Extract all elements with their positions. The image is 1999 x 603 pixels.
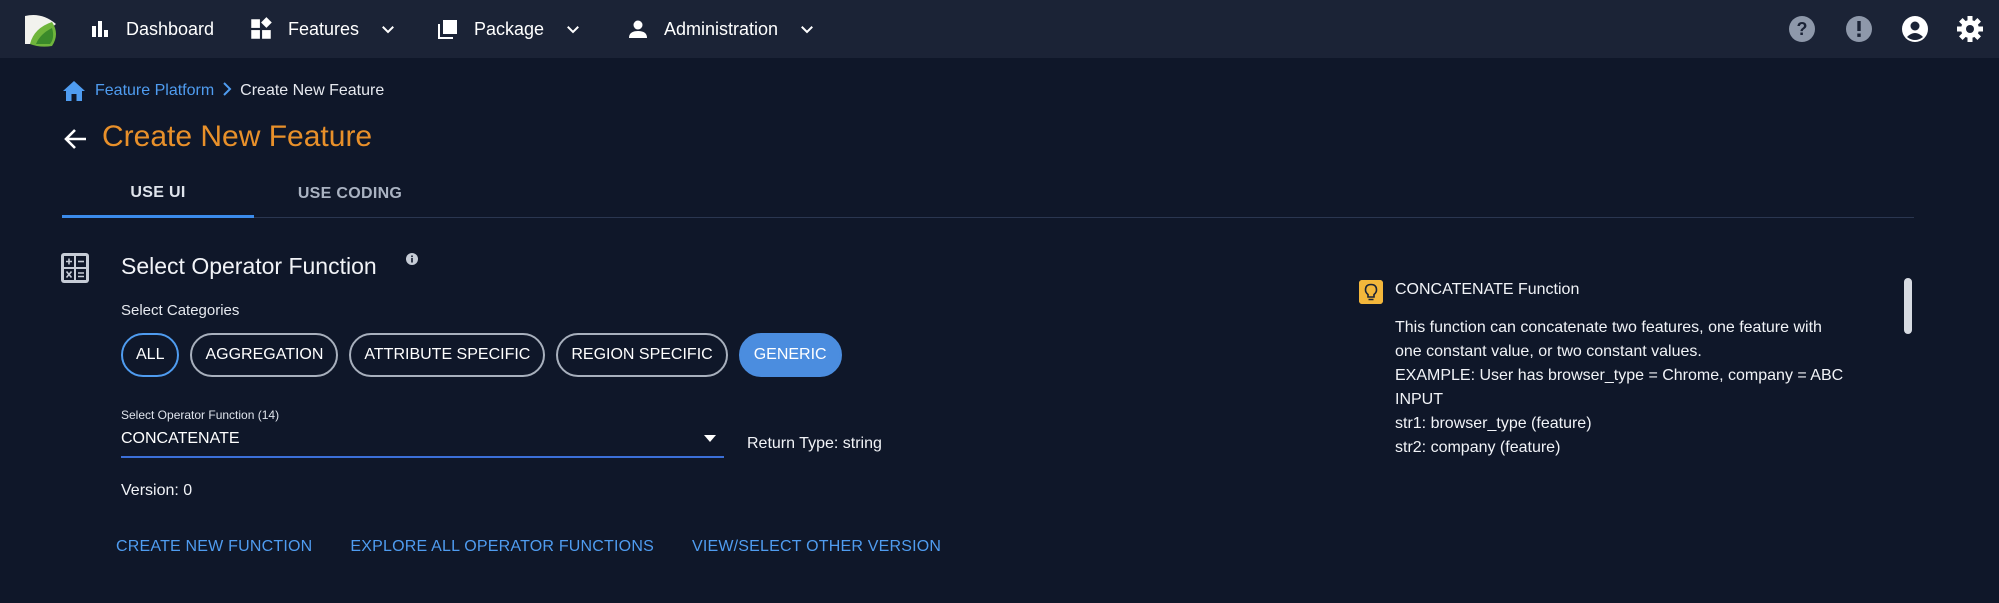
dropdown-caret-icon: [704, 435, 716, 442]
lightbulb-icon: [1359, 280, 1383, 304]
tab-use-coding[interactable]: USE CODING: [254, 170, 446, 218]
page-title: Create New Feature: [102, 120, 373, 153]
calculator-icon: [61, 253, 89, 283]
nav-package-label: Package: [474, 18, 545, 39]
svg-text:?: ?: [1797, 19, 1808, 39]
operator-select-value: CONCATENATE: [121, 430, 240, 447]
chip-region-specific[interactable]: REGION SPECIFIC: [556, 333, 728, 377]
help-circle-icon[interactable]: ?: [1788, 15, 1816, 43]
action-links: CREATE NEW FUNCTION EXPLORE ALL OPERATOR…: [116, 538, 979, 556]
app-logo[interactable]: [22, 10, 62, 48]
back-arrow-icon[interactable]: [62, 125, 90, 153]
info-icon[interactable]: [406, 253, 418, 265]
chevron-down-icon: [801, 26, 813, 34]
library-icon: [438, 20, 457, 39]
breadcrumb-separator: [222, 81, 232, 101]
help-description: This function can concatenate two featur…: [1395, 316, 1895, 460]
top-navigation-bar: Dashboard Features Package Administratio…: [0, 0, 1999, 58]
widgets-icon: [251, 17, 272, 39]
view-select-other-version-button[interactable]: VIEW/SELECT OTHER VERSION: [692, 538, 941, 556]
nav-features-label: Features: [288, 18, 360, 39]
account-circle-icon[interactable]: [1901, 15, 1929, 43]
category-chips: ALL AGGREGATION ATTRIBUTE SPECIFIC REGIO…: [121, 333, 853, 377]
nav-dashboard-label: Dashboard: [126, 18, 215, 39]
help-line: INPUT: [1395, 391, 1443, 408]
operator-select-label: Select Operator Function (14): [121, 408, 280, 422]
gear-icon[interactable]: [1956, 15, 1984, 43]
alert-circle-icon[interactable]: [1845, 15, 1873, 43]
nav-dashboard[interactable]: Dashboard: [88, 0, 214, 58]
tab-bar: USE UI USE CODING: [62, 170, 1914, 218]
help-scrollbar[interactable]: [1904, 278, 1912, 334]
breadcrumb-current: Create New Feature: [240, 82, 385, 99]
tab-use-ui[interactable]: USE UI: [62, 170, 254, 218]
chevron-right-icon: [223, 81, 232, 96]
bar-chart-icon: [92, 21, 108, 37]
help-line: str1: browser_type (feature): [1395, 415, 1592, 432]
help-title: CONCATENATE Function: [1395, 281, 1580, 298]
help-line: one constant value, or two constant valu…: [1395, 343, 1702, 360]
section-title: Select Operator Function: [121, 253, 377, 279]
categories-label: Select Categories: [121, 302, 240, 319]
nav-administration[interactable]: Administration: [626, 0, 816, 58]
explore-operator-functions-button[interactable]: EXPLORE ALL OPERATOR FUNCTIONS: [350, 538, 654, 556]
breadcrumb-feature-platform-link[interactable]: Feature Platform: [95, 82, 214, 100]
chip-generic[interactable]: GENERIC: [738, 333, 842, 377]
nav-features[interactable]: Features: [248, 0, 397, 58]
chevron-down-icon: [382, 26, 394, 34]
chip-attribute-specific[interactable]: ATTRIBUTE SPECIFIC: [349, 333, 546, 377]
chip-all[interactable]: ALL: [121, 333, 180, 377]
return-type: Return Type: string: [747, 435, 882, 452]
operator-function-select[interactable]: CONCATENATE: [121, 424, 724, 458]
nav-package[interactable]: Package: [436, 0, 582, 58]
nav-administration-label: Administration: [664, 18, 779, 39]
help-line: This function can concatenate two featur…: [1395, 319, 1822, 336]
help-line: str2: company (feature): [1395, 439, 1561, 456]
chip-aggregation[interactable]: AGGREGATION: [190, 333, 339, 377]
home-icon[interactable]: [62, 80, 86, 102]
version-text: Version: 0: [121, 482, 193, 499]
breadcrumb: Feature Platform Create New Feature: [62, 79, 384, 103]
create-new-function-button[interactable]: CREATE NEW FUNCTION: [116, 538, 312, 556]
help-line: EXAMPLE: User has browser_type = Chrome,…: [1395, 367, 1844, 384]
chevron-down-icon: [567, 26, 580, 34]
person-icon: [629, 20, 647, 38]
